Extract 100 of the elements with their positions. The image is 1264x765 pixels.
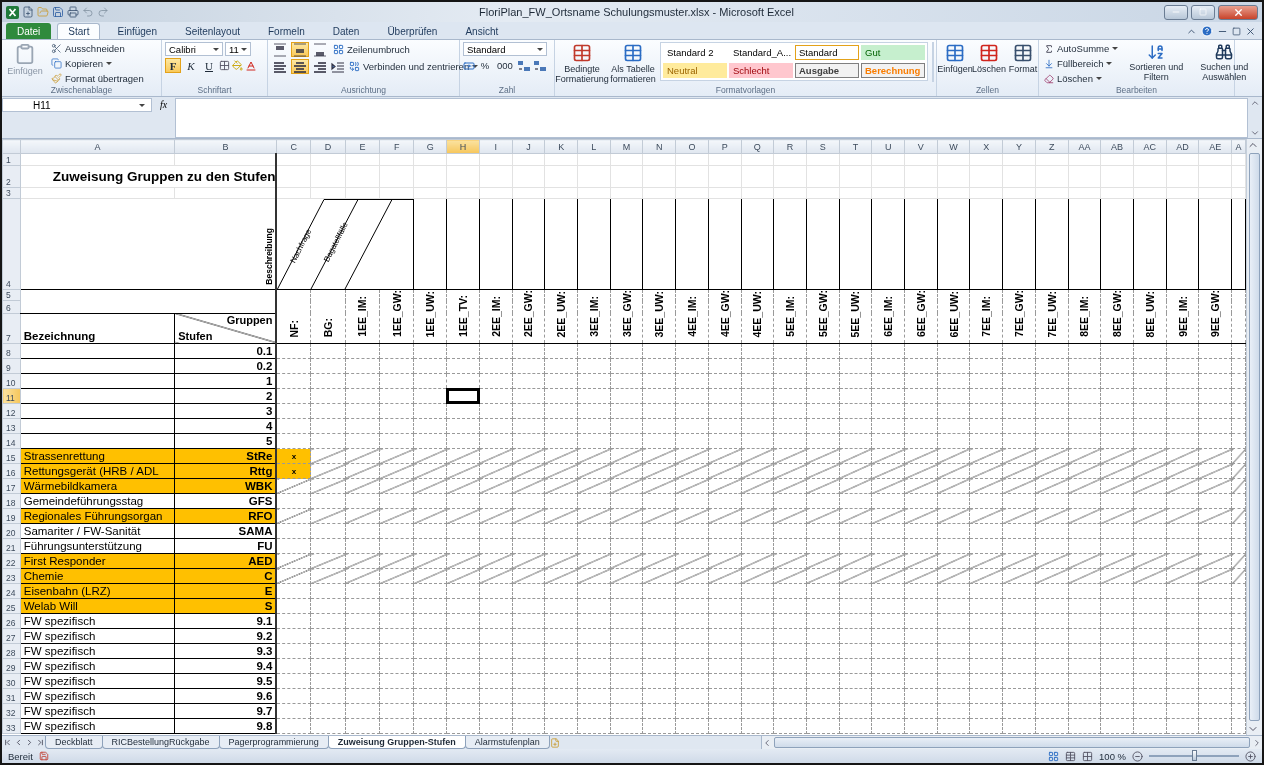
column-header[interactable]: M xyxy=(610,139,643,154)
close-icon[interactable] xyxy=(1245,25,1256,37)
italic-button[interactable]: K xyxy=(183,58,199,73)
column-header[interactable]: L xyxy=(577,139,611,154)
ribbon-tab[interactable]: Ansicht xyxy=(454,23,510,39)
text-align-button[interactable] xyxy=(311,59,329,74)
cell-style[interactable]: Neutral xyxy=(663,63,727,78)
format-cells-button[interactable]: Format xyxy=(1008,42,1038,75)
fill-button[interactable]: Füllbereich xyxy=(1042,57,1121,70)
copy-button[interactable]: Kopieren xyxy=(49,57,146,70)
new-sheet-button[interactable] xyxy=(549,736,561,749)
font-color-icon[interactable] xyxy=(245,59,257,72)
function-button[interactable]: fx xyxy=(160,99,168,138)
sheet-tab[interactable]: Alarmstufenplan xyxy=(464,736,550,749)
column-header[interactable]: S xyxy=(806,139,840,154)
column-header[interactable]: J xyxy=(512,139,545,154)
column-header[interactable]: Z xyxy=(1035,139,1069,154)
help-icon[interactable] xyxy=(1201,25,1213,37)
merge-center-button[interactable]: Verbinden und zentrieren xyxy=(347,60,481,73)
restore-icon[interactable] xyxy=(1232,26,1241,36)
scrollbar-thumb[interactable] xyxy=(1249,153,1260,721)
number-format-field[interactable]: Standard xyxy=(463,42,547,56)
column-header[interactable]: E xyxy=(345,139,380,154)
underline-button[interactable]: U xyxy=(201,58,217,73)
cell-style[interactable]: Ausgabe xyxy=(795,63,859,78)
column-header[interactable]: V xyxy=(904,139,938,154)
ribbon-tab[interactable]: Formeln xyxy=(257,23,316,39)
column-header[interactable]: F xyxy=(379,139,414,154)
vertical-align-button[interactable] xyxy=(291,42,309,57)
formula-field[interactable] xyxy=(175,98,1248,138)
column-header[interactable]: A xyxy=(20,139,175,154)
ribbon-tab[interactable]: Seitenlayout xyxy=(173,23,251,39)
ribbon-tab[interactable]: Daten xyxy=(321,23,371,39)
maximize-button[interactable] xyxy=(1191,4,1215,20)
column-header[interactable]: D xyxy=(310,139,346,154)
format-painter-button[interactable]: Format übertragen xyxy=(49,72,146,85)
ribbon-tab[interactable]: Datei xyxy=(6,23,52,39)
zoom-in-icon[interactable] xyxy=(1245,750,1256,762)
vertical-align-button[interactable] xyxy=(311,42,329,57)
text-align-button[interactable] xyxy=(291,59,309,74)
cell-style[interactable]: Schlecht xyxy=(729,63,793,78)
scrollbar-thumb[interactable] xyxy=(774,737,1250,748)
column-header[interactable]: AA xyxy=(1068,139,1101,154)
column-header[interactable]: X xyxy=(969,139,1003,154)
bold-button[interactable]: F xyxy=(165,58,181,73)
redo-icon[interactable] xyxy=(97,6,109,18)
page-layout-icon[interactable] xyxy=(1065,750,1077,762)
borders-icon[interactable] xyxy=(219,60,230,71)
column-header[interactable]: R xyxy=(773,139,807,154)
column-header[interactable]: G xyxy=(413,139,447,154)
new-file-icon[interactable] xyxy=(22,6,34,18)
zoom-out-icon[interactable] xyxy=(1132,750,1143,762)
scroll-left-icon[interactable] xyxy=(762,737,772,748)
column-header[interactable]: W xyxy=(937,139,970,154)
close-button[interactable] xyxy=(1218,4,1258,20)
fill-color-icon[interactable] xyxy=(232,60,243,71)
wrap-text-button[interactable]: Zeilenumbruch xyxy=(331,43,412,56)
macro-record-icon[interactable] xyxy=(38,751,49,761)
column-header[interactable]: H xyxy=(446,139,480,154)
page-break-icon[interactable] xyxy=(1082,750,1094,762)
scroll-up-icon[interactable] xyxy=(1250,98,1260,108)
text-align-button[interactable] xyxy=(271,59,289,74)
find-select-button[interactable]: Suchen und Auswählen xyxy=(1192,42,1257,83)
active-cell[interactable] xyxy=(446,388,480,404)
column-header[interactable]: P xyxy=(708,139,741,154)
row-number[interactable]: 2 xyxy=(2,165,21,188)
minimize-button[interactable] xyxy=(1164,4,1188,20)
font-name-field[interactable]: Calibri xyxy=(165,42,223,56)
column-header[interactable]: N xyxy=(642,139,676,154)
vertical-align-button[interactable] xyxy=(271,42,289,57)
scroll-right-icon[interactable] xyxy=(1252,737,1262,748)
undo-icon[interactable] xyxy=(82,6,94,18)
ribbon-tab[interactable]: Überprüfen xyxy=(376,23,449,39)
ribbon-tab[interactable]: Einfügen xyxy=(106,23,168,39)
column-header[interactable]: O xyxy=(675,139,709,154)
row-number[interactable]: 3 xyxy=(2,187,21,199)
column-header[interactable]: I xyxy=(479,139,513,154)
format-as-table-button[interactable]: Als Tabelle formatieren xyxy=(610,42,656,85)
sheet-tab[interactable]: RICBestellungRückgabe xyxy=(101,736,220,749)
autosum-button[interactable]: AutoSumme xyxy=(1042,42,1121,55)
column-header[interactable]: AD xyxy=(1166,139,1199,154)
column-header[interactable]: T xyxy=(839,139,872,154)
column-header[interactable]: B xyxy=(174,139,277,154)
sheet-tab[interactable]: Zuweisung Gruppen-Stufen xyxy=(327,736,466,749)
delete-cells-button[interactable]: Löschen xyxy=(974,42,1004,75)
column-header[interactable]: K xyxy=(544,139,578,154)
column-header[interactable]: C xyxy=(276,139,311,154)
clear-button[interactable]: Löschen xyxy=(1042,72,1121,85)
sort-filter-button[interactable]: Sortieren und Filtern xyxy=(1124,42,1189,83)
cell-style[interactable]: Gut xyxy=(861,45,925,60)
printer-icon[interactable] xyxy=(67,6,79,18)
name-box[interactable]: H11 xyxy=(2,98,152,112)
column-header[interactable]: AE xyxy=(1198,139,1232,154)
cut-button[interactable]: Ausschneiden xyxy=(49,42,146,55)
font-size-field[interactable]: 11 xyxy=(225,42,251,56)
row-number[interactable]: 7 xyxy=(2,313,21,344)
column-header[interactable]: Q xyxy=(741,139,774,154)
column-header[interactable]: Y xyxy=(1002,139,1036,154)
sheet-tab[interactable]: Deckblatt xyxy=(45,736,103,749)
column-header[interactable]: AC xyxy=(1133,139,1167,154)
